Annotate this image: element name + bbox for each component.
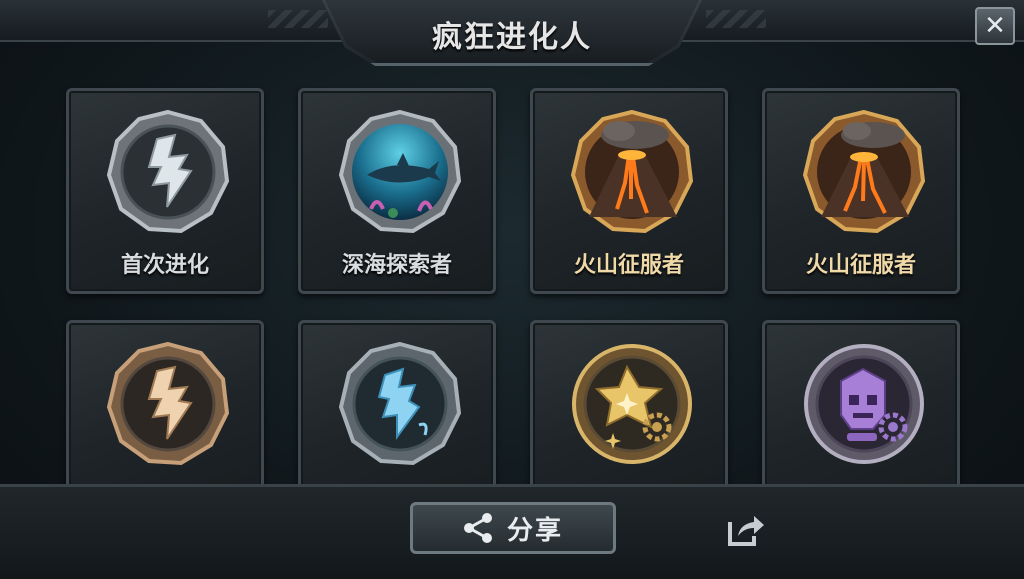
- badge-label: 火山征服者: [805, 253, 916, 278]
- badge-card-volcano-conqueror[interactable]: 火山征服者: [530, 88, 728, 294]
- bronze-evolution-badge-icon: [106, 341, 230, 466]
- badge-card[interactable]: [530, 320, 728, 500]
- badge-card-volcano-conqueror[interactable]: 火山征服者: [762, 88, 960, 294]
- page-title: 疯狂进化人: [432, 20, 592, 55]
- ice-evolution-badge-icon: [338, 341, 462, 466]
- badge-label: 深海探索者: [341, 253, 452, 278]
- purple-robot-gear-badge-icon: [804, 344, 924, 464]
- gold-star-gear-badge-icon: [572, 344, 692, 464]
- decor-stripe: [268, 10, 328, 28]
- share-button[interactable]: 分享: [410, 502, 616, 554]
- share-button-label: 分享: [506, 515, 563, 546]
- volcano-badge-icon: [802, 109, 926, 234]
- decor-stripe: [706, 10, 766, 28]
- badge-card[interactable]: [66, 320, 264, 500]
- badge-card-first-evolution[interactable]: 首次进化: [66, 88, 264, 294]
- badge-label: 火山征服者: [573, 253, 684, 278]
- close-button[interactable]: ✕: [975, 7, 1015, 45]
- share-icon: [463, 513, 492, 543]
- export-icon[interactable]: [724, 508, 766, 550]
- deep-sea-shark-badge-icon: [338, 109, 462, 234]
- volcano-badge-icon: [570, 109, 694, 234]
- badge-card[interactable]: [298, 320, 496, 500]
- silver-evolution-badge-icon: [106, 109, 230, 234]
- badge-label: 首次进化: [120, 253, 209, 278]
- badge-card-deep-sea-explorer[interactable]: 深海探索者: [298, 88, 496, 294]
- badge-card[interactable]: [762, 320, 960, 500]
